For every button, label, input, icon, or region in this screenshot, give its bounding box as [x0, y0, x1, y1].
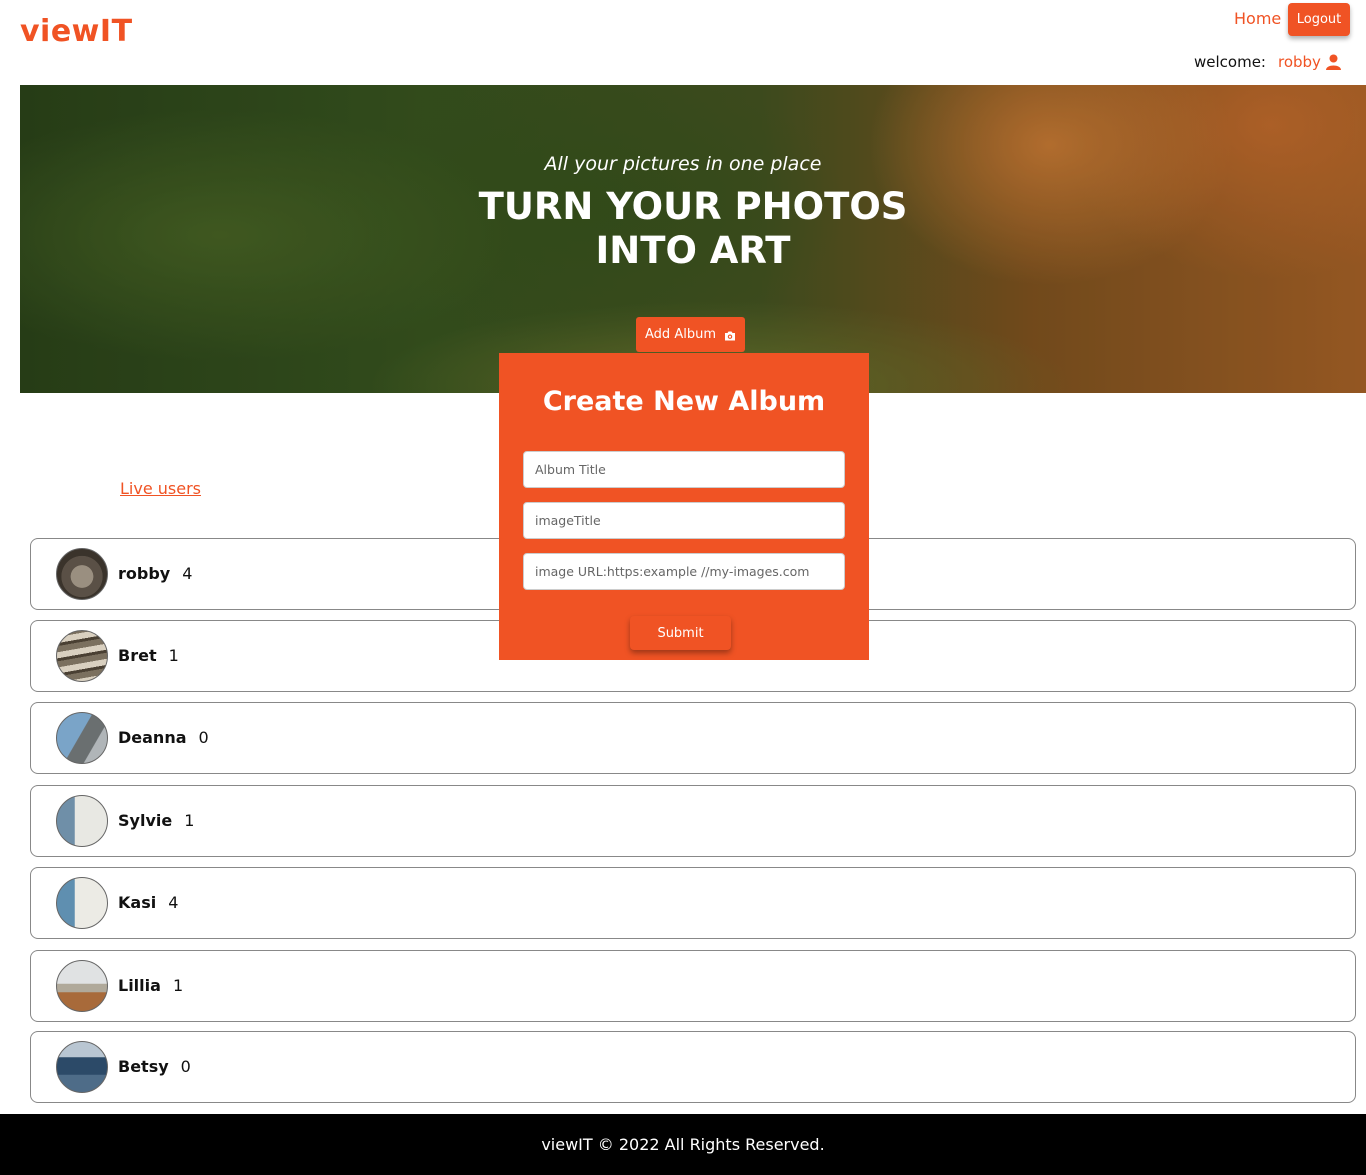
- image-url-input[interactable]: [523, 553, 845, 590]
- create-album-panel: Create New Album Submit: [499, 353, 869, 660]
- avatar: [56, 877, 108, 929]
- album-title-input[interactable]: [523, 451, 845, 488]
- user-label: Bret 1: [118, 646, 179, 665]
- footer: viewIT © 2022 All Rights Reserved.: [0, 1114, 1366, 1175]
- user-card-sylvie[interactable]: Sylvie 1: [30, 785, 1356, 857]
- current-username: robby: [1277, 53, 1321, 71]
- user-album-count: 4: [168, 893, 179, 912]
- user-album-count: 0: [180, 1057, 191, 1076]
- avatar: [56, 630, 108, 682]
- hero-subtitle: All your pictures in one place: [544, 153, 822, 175]
- brand-logo[interactable]: viewIT: [20, 14, 133, 49]
- user-label: Sylvie 1: [118, 811, 194, 830]
- avatar: [56, 1041, 108, 1093]
- user-album-count: 1: [184, 811, 195, 830]
- user-name: Deanna: [118, 728, 187, 747]
- user-name: robby: [118, 564, 171, 583]
- user-album-count: 4: [182, 564, 193, 583]
- user-card-lillia[interactable]: Lillia 1: [30, 950, 1356, 1022]
- welcome-label: welcome:: [1194, 53, 1266, 71]
- image-title-input[interactable]: [523, 502, 845, 539]
- user-label: Lillia 1: [118, 976, 183, 995]
- live-users-link[interactable]: Live users: [120, 479, 201, 498]
- user-card-betsy[interactable]: Betsy 0: [30, 1031, 1356, 1103]
- welcome-message: welcome: robby: [1194, 53, 1341, 71]
- avatar: [56, 548, 108, 600]
- user-name: Sylvie: [118, 811, 173, 830]
- hero-title-line2: INTO ART: [595, 229, 791, 272]
- user-album-count: 1: [168, 646, 179, 665]
- footer-text: viewIT © 2022 All Rights Reserved.: [541, 1135, 825, 1154]
- user-name: Betsy: [118, 1057, 169, 1076]
- avatar: [56, 795, 108, 847]
- user-label: Kasi 4: [118, 893, 178, 912]
- camera-icon: [724, 330, 736, 340]
- add-album-button[interactable]: Add Album: [636, 317, 745, 352]
- user-label: Betsy 0: [118, 1057, 191, 1076]
- user-card-kasi[interactable]: Kasi 4: [30, 867, 1356, 939]
- user-label: Deanna 0: [118, 728, 209, 747]
- avatar: [56, 960, 108, 1012]
- user-label: robby 4: [118, 564, 192, 583]
- user-card-deanna[interactable]: Deanna 0: [30, 702, 1356, 774]
- user-name: Lillia: [118, 976, 161, 995]
- user-album-count: 1: [172, 976, 184, 995]
- user-album-count: 0: [198, 728, 209, 747]
- user-name: Bret: [118, 646, 157, 665]
- avatar: [56, 712, 108, 764]
- nav-home-link[interactable]: Home: [1234, 9, 1281, 28]
- submit-button[interactable]: Submit: [630, 616, 731, 650]
- add-album-label: Add Album: [645, 327, 716, 342]
- create-album-title: Create New Album: [542, 386, 826, 417]
- logout-button[interactable]: Logout: [1288, 3, 1350, 36]
- hero-title-line1: TURN YOUR PHOTOS: [478, 185, 908, 228]
- user-icon: [1325, 54, 1341, 70]
- hero-title: TURN YOUR PHOTOS INTO ART: [0, 185, 1366, 273]
- user-name: Kasi: [118, 893, 157, 912]
